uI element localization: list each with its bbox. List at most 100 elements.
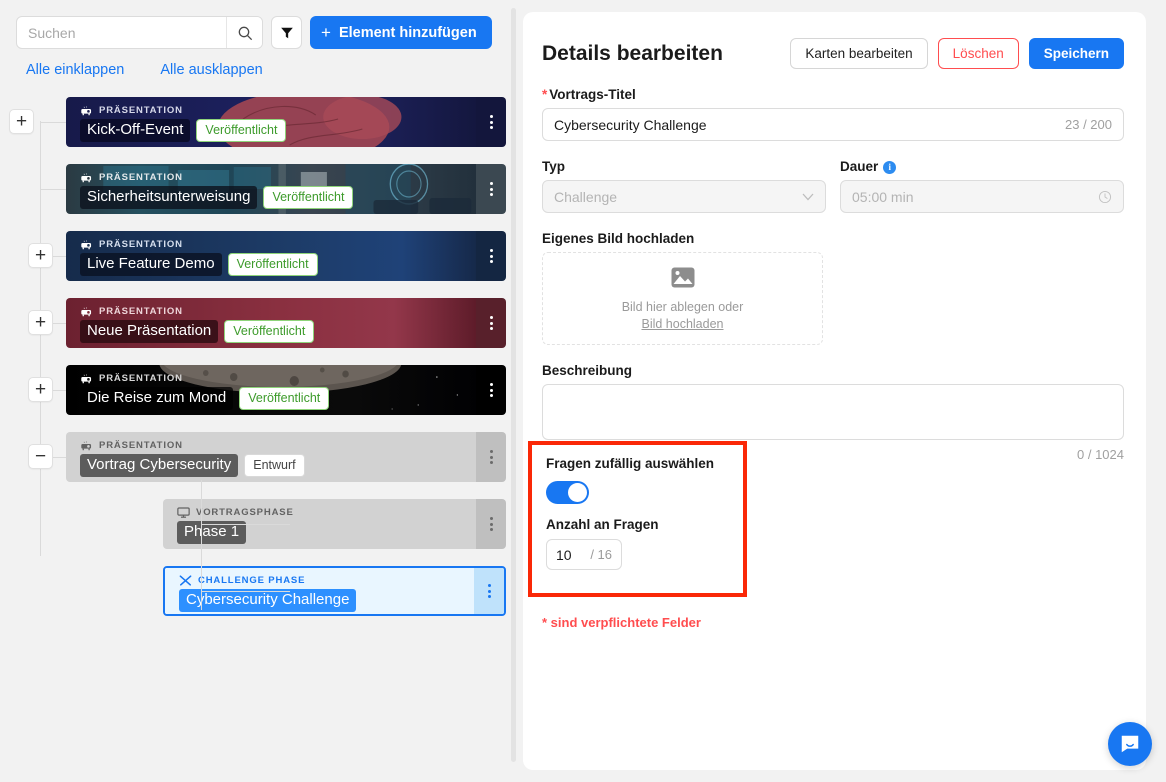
- structure-pane: + Element hinzufügen Alle einklappen All…: [0, 0, 512, 782]
- question-count-input[interactable]: 10 / 16: [546, 539, 622, 570]
- image-dropzone[interactable]: Bild hier ablegen oder Bild hochladen: [542, 252, 823, 345]
- chevron-down-icon: [802, 193, 814, 200]
- type-select[interactable]: Challenge: [542, 180, 826, 213]
- tree-item-neue-praesentation[interactable]: PRÄSENTATION Neue Präsentation Veröffent…: [66, 298, 506, 348]
- tree-connector: [41, 189, 66, 190]
- card-menu-button[interactable]: [476, 97, 506, 147]
- card-title: Vortrag Cybersecurity: [80, 454, 239, 477]
- talk-title-input[interactable]: Cybersecurity Challenge 23 / 200: [542, 108, 1124, 141]
- plus-icon: +: [321, 23, 331, 42]
- card-kicker: PRÄSENTATION: [80, 440, 476, 451]
- save-button[interactable]: Speichern: [1028, 38, 1124, 69]
- add-element-button[interactable]: + Element hinzufügen: [310, 16, 492, 49]
- search-button[interactable]: [226, 17, 262, 48]
- card-kicker-label: PRÄSENTATION: [99, 373, 183, 384]
- tree-controls: Alle einklappen Alle ausklappen: [26, 62, 263, 78]
- card-menu-button[interactable]: [476, 365, 506, 415]
- chat-launcher-button[interactable]: [1108, 722, 1152, 766]
- tree-item-kick-off-event[interactable]: PRÄSENTATION Kick-Off-Event Veröffentlic…: [66, 97, 506, 147]
- filter-icon: [280, 27, 293, 38]
- tree-toggle-4[interactable]: +: [28, 377, 53, 402]
- tree-item-sicherheitsunterweisung[interactable]: PRÄSENTATION Sicherheitsunterweisung Ver…: [66, 164, 506, 214]
- search-box[interactable]: [16, 16, 263, 49]
- upload-label: Eigenes Bild hochladen: [542, 231, 695, 246]
- card-kicker-label: PRÄSENTATION: [99, 306, 183, 317]
- card-title: Kick-Off-Event: [80, 119, 191, 142]
- delete-button[interactable]: Löschen: [937, 38, 1019, 69]
- duration-label-text: Dauer: [840, 159, 879, 174]
- app-root: + Element hinzufügen Alle einklappen All…: [0, 0, 1166, 782]
- question-count-label: Anzahl an Fragen: [546, 517, 659, 532]
- tree-toggle-0[interactable]: +: [9, 109, 34, 134]
- search-input[interactable]: [17, 17, 226, 48]
- upload-link[interactable]: Bild hochladen: [641, 317, 723, 331]
- card-menu-button[interactable]: [474, 568, 504, 614]
- card-menu-button[interactable]: [476, 499, 506, 549]
- duration-label: Dauer i: [840, 159, 1124, 174]
- info-icon[interactable]: i: [883, 160, 897, 174]
- card-kicker: PRÄSENTATION: [80, 172, 476, 183]
- card-menu-button[interactable]: [476, 432, 506, 482]
- tree-toggle-3[interactable]: +: [28, 310, 53, 335]
- card-kicker-label: VORTRAGSPHASE: [196, 507, 294, 518]
- tree-item-vortrag-cybersecurity[interactable]: PRÄSENTATION Vortrag Cybersecurity Entwu…: [66, 432, 506, 482]
- clock-icon: [1098, 190, 1112, 203]
- dropzone-hint: Bild hier ablegen oder: [621, 299, 744, 314]
- required-fields-note: * sind verpflichtete Felder: [542, 615, 701, 630]
- card-title: Neue Präsentation: [80, 320, 219, 343]
- tree-item-live-feature-demo[interactable]: PRÄSENTATION Live Feature Demo Veröffent…: [66, 231, 506, 281]
- card-kicker: PRÄSENTATION: [80, 239, 476, 250]
- search-icon: [238, 26, 252, 40]
- card-title: Cybersecurity Challenge: [179, 589, 357, 612]
- type-value: Challenge: [554, 188, 618, 205]
- card-kicker-label: PRÄSENTATION: [99, 239, 183, 250]
- projector-icon: [81, 239, 92, 249]
- card-kicker-label: PRÄSENTATION: [99, 172, 183, 183]
- details-panel: Details bearbeiten Karten bearbeiten Lös…: [523, 12, 1146, 770]
- filter-button[interactable]: [271, 16, 302, 49]
- status-badge: Veröffentlicht: [227, 253, 318, 276]
- monitor-icon: [177, 507, 190, 518]
- projector-icon: [81, 172, 92, 182]
- collapse-all-link[interactable]: Alle einklappen: [26, 62, 124, 78]
- status-badge: Veröffentlicht: [263, 186, 354, 209]
- add-element-label: Element hinzufügen: [338, 24, 477, 41]
- talk-title-label: * Vortrags-Titel: [542, 87, 1124, 102]
- card-kicker: PRÄSENTATION: [80, 105, 476, 116]
- status-badge: Entwurf: [244, 454, 305, 477]
- question-count-total: / 16: [590, 547, 612, 562]
- description-label: Beschreibung: [542, 363, 633, 378]
- card-menu-button[interactable]: [476, 231, 506, 281]
- tree-toggle-5[interactable]: −: [28, 444, 53, 469]
- card-menu-button[interactable]: [476, 164, 506, 214]
- card-title: Live Feature Demo: [80, 253, 222, 276]
- required-mark: *: [542, 87, 548, 102]
- tree-spine: [40, 121, 41, 556]
- projector-icon: [81, 306, 92, 316]
- status-badge: Veröffentlicht: [196, 119, 287, 142]
- card-title: Die Reise zum Mond: [80, 387, 234, 410]
- projector-icon: [81, 373, 92, 383]
- status-badge: Veröffentlicht: [224, 320, 315, 343]
- card-kicker-label: CHALLENGE PHASE: [198, 575, 306, 586]
- card-kicker: PRÄSENTATION: [80, 306, 476, 317]
- details-header: Details bearbeiten Karten bearbeiten Lös…: [542, 38, 1124, 69]
- expand-all-link[interactable]: Alle ausklappen: [160, 62, 262, 78]
- random-questions-highlight-box: Fragen zufällig auswählen Anzahl an Frag…: [528, 441, 747, 597]
- card-menu-button[interactable]: [476, 298, 506, 348]
- question-count-value: 10: [556, 546, 572, 563]
- left-pane-scrollbar[interactable]: [511, 8, 516, 762]
- tree-toggle-2[interactable]: +: [28, 243, 53, 268]
- projector-icon: [81, 440, 92, 450]
- duration-value: 05:00 min: [852, 188, 914, 205]
- duration-input[interactable]: 05:00 min: [840, 180, 1124, 213]
- tree-item-die-reise-zum-mond[interactable]: PRÄSENTATION Die Reise zum Mond Veröffen…: [66, 365, 506, 415]
- projector-icon: [81, 105, 92, 115]
- edit-cards-button[interactable]: Karten bearbeiten: [790, 38, 928, 69]
- image-icon: [671, 267, 694, 287]
- description-textarea[interactable]: [542, 384, 1124, 440]
- random-questions-toggle[interactable]: [546, 481, 589, 504]
- card-title: Sicherheitsunterweisung: [80, 186, 258, 209]
- page-title: Details bearbeiten: [542, 41, 723, 65]
- tree-connector: [202, 524, 290, 525]
